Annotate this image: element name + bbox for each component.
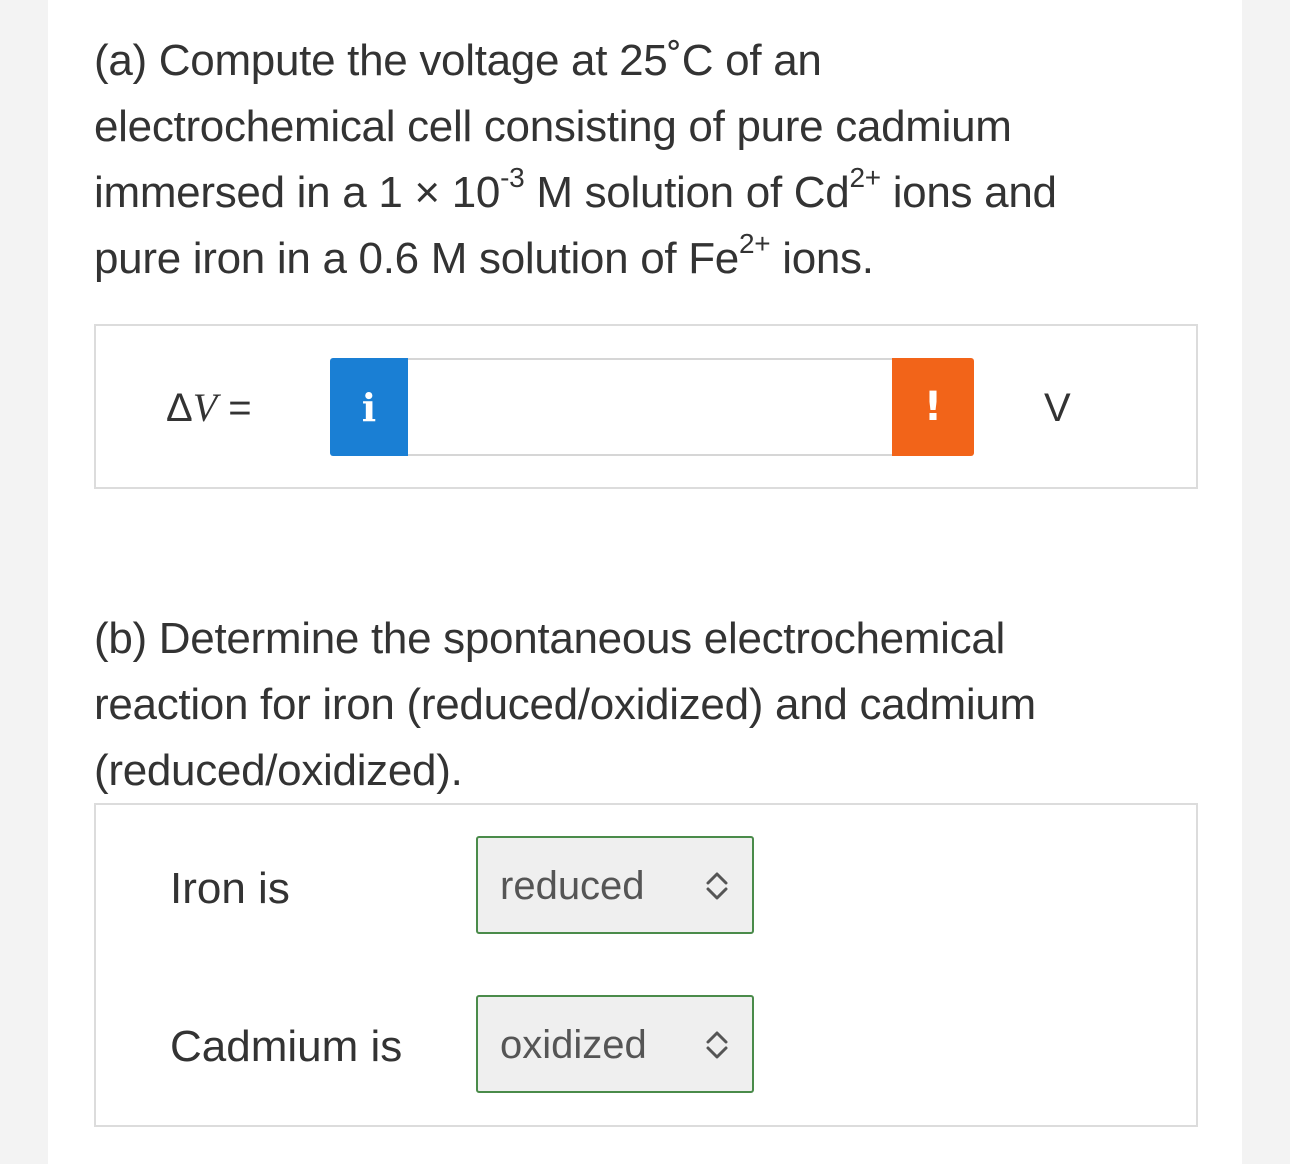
equals-sign: = (217, 386, 252, 430)
question-a-text: (a) Compute the voltage at 25˚C of an ele… (94, 28, 1174, 292)
question-a-line-3-mid: M solution of Cd (524, 168, 850, 217)
unit-label: V (1044, 386, 1071, 430)
question-a-line-2: electrochemical cell consisting of pure … (94, 102, 1012, 151)
voltage-answer-input[interactable] (408, 358, 892, 456)
info-icon-glyph: i (361, 384, 377, 430)
exponent: -3 (500, 162, 525, 194)
question-a-line-1: (a) Compute the voltage at 25˚C of an (94, 36, 822, 85)
delta-v-label: ΔV = (166, 384, 252, 432)
question-a-line-4-end: ions. (770, 234, 874, 283)
iron-ion-charge: 2+ (738, 228, 771, 260)
answer-box-a: ΔV = i ! V (94, 324, 1198, 489)
chevron-up-down-icon (706, 872, 728, 900)
iron-row-label: Iron is (170, 864, 290, 913)
cadmium-row-label: Cadmium is (170, 1022, 403, 1071)
chevron-up-down-icon (706, 1031, 728, 1059)
question-a-line-3: immersed in a 1 × 10 (94, 168, 501, 217)
question-b-line-1: (b) Determine the spontaneous electroche… (94, 614, 1005, 663)
question-b-line-2: reaction for iron (reduced/oxidized) and… (94, 680, 1036, 729)
delta-symbol: Δ (166, 386, 193, 430)
question-a-line-3-end: ions and (880, 168, 1057, 217)
cadmium-state-value: oxidized (500, 1023, 647, 1067)
answer-box-b: Iron is reduced Cadmium is oxidized (94, 803, 1198, 1127)
iron-state-select[interactable]: reduced (476, 836, 754, 934)
question-b-text: (b) Determine the spontaneous electroche… (94, 606, 1174, 804)
question-page: (a) Compute the voltage at 25˚C of an ele… (48, 0, 1242, 1164)
warning-icon[interactable]: ! (892, 358, 974, 456)
cadmium-state-select[interactable]: oxidized (476, 995, 754, 1093)
cadmium-ion-charge: 2+ (849, 162, 881, 194)
iron-state-value: reduced (500, 864, 645, 908)
question-b-line-3: (reduced/oxidized). (94, 746, 463, 795)
info-icon[interactable]: i (330, 358, 408, 456)
warning-icon-glyph: ! (923, 384, 943, 430)
voltage-variable: V (192, 385, 218, 430)
question-a-line-4: pure iron in a 0.6 M solution of Fe (94, 234, 739, 283)
